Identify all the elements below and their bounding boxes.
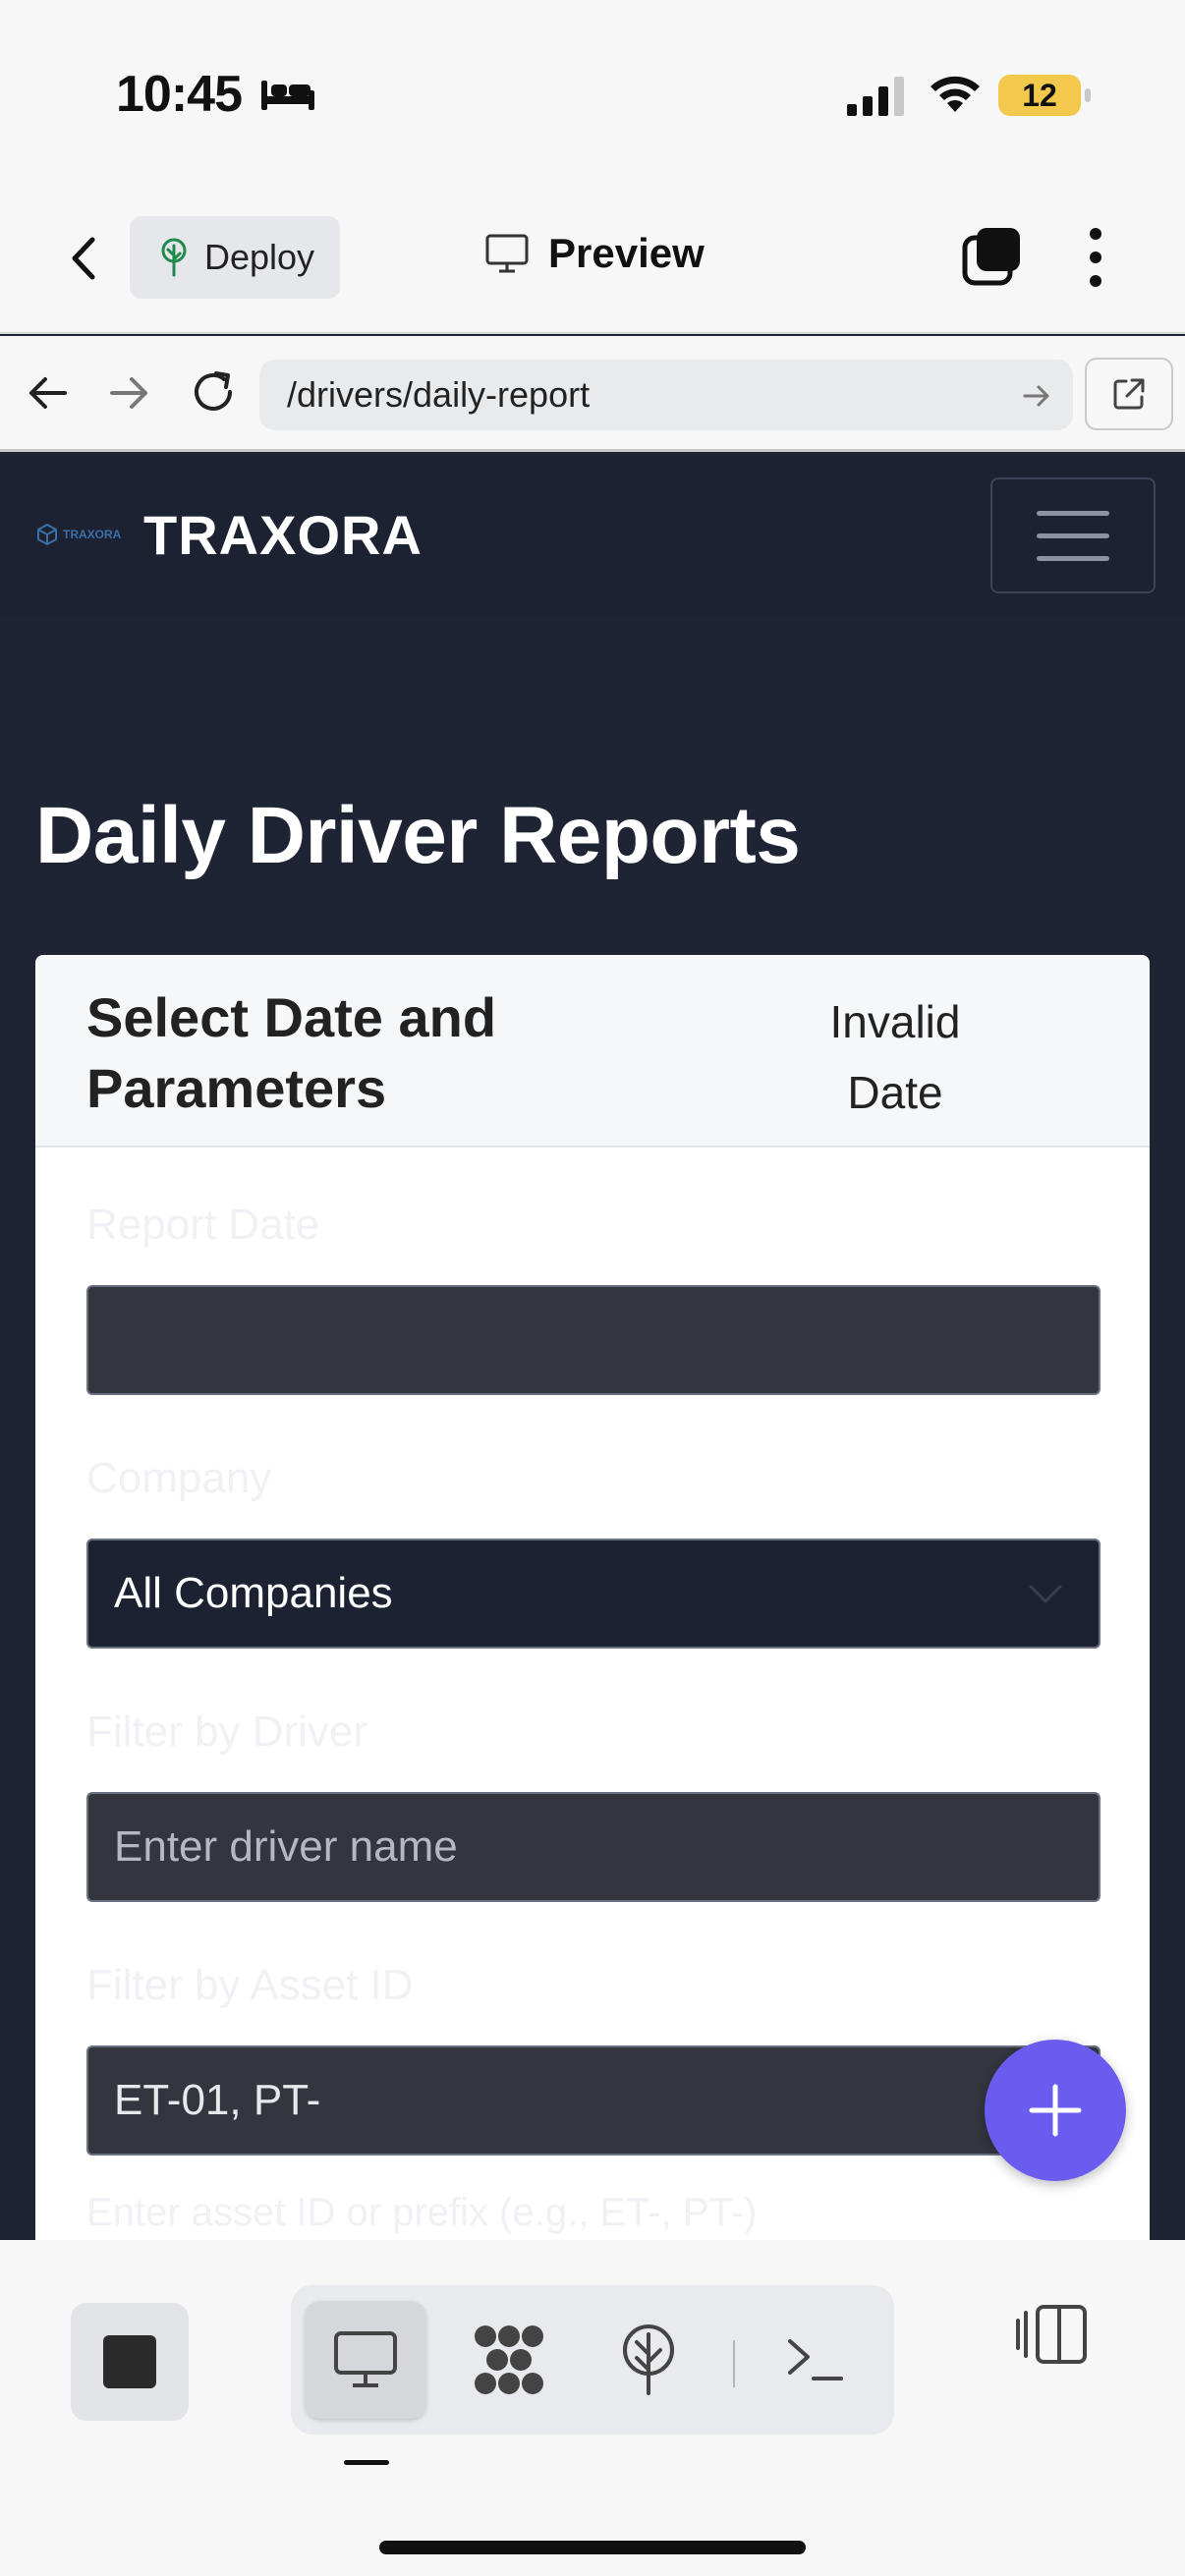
side-panel-icon[interactable] — [1016, 2303, 1091, 2366]
company-select[interactable]: All Companies — [86, 1539, 1100, 1649]
company-selected-value: All Companies — [114, 1569, 393, 1617]
status-bar: 10:45 12 — [0, 0, 1185, 187]
page-title: Daily Driver Reports — [35, 791, 801, 880]
open-external-icon — [1113, 378, 1145, 410]
stop-icon — [103, 2335, 156, 2388]
browser-bar: /drivers/daily-report — [0, 336, 1185, 452]
tool-group — [291, 2285, 894, 2435]
chevron-down-icon — [1029, 1585, 1062, 1603]
date-status: Invalid Date — [829, 996, 961, 1118]
bottom-dock — [0, 2240, 1185, 2576]
terminal-icon — [788, 2339, 843, 2380]
asset-filter-help: Enter asset ID or prefix (e.g., ET-, PT-… — [86, 2191, 758, 2234]
active-tab-indicator — [344, 2460, 389, 2465]
more-options-icon[interactable] — [1081, 226, 1110, 289]
asset-filter-input[interactable]: ET-01, PT- — [86, 2045, 1100, 2156]
add-fab-button[interactable] — [985, 2040, 1126, 2181]
preview-tab[interactable]: Preview — [485, 230, 705, 277]
app-toolbar: Deploy Preview — [0, 187, 1185, 334]
url-text: /drivers/daily-report — [287, 374, 591, 415]
plus-icon — [1029, 2084, 1082, 2137]
driver-filter-label: Filter by Driver — [86, 1708, 368, 1756]
hamburger-line — [1037, 510, 1109, 516]
reload-icon[interactable] — [189, 367, 238, 417]
company-label: Company — [86, 1454, 272, 1502]
shell-tool-button[interactable] — [755, 2301, 876, 2419]
workflows-tool-button[interactable] — [448, 2301, 570, 2419]
hamburger-line — [1037, 555, 1109, 561]
cellular-signal-icon — [847, 77, 904, 116]
menu-toggle-button[interactable] — [990, 477, 1156, 593]
nav-back-icon[interactable] — [26, 371, 69, 415]
site-logo[interactable]: TRAXORA — [35, 523, 121, 546]
deploy-label: Deploy — [204, 237, 315, 277]
asset-filter-value: ET-01, PT- — [114, 2076, 321, 2124]
report-date-input[interactable] — [86, 1285, 1100, 1395]
sleep-mode-icon — [261, 81, 314, 110]
wifi-icon — [931, 76, 980, 112]
tabs-icon[interactable] — [961, 226, 1022, 287]
card-header: Select Date and Parameters Invalid Date — [35, 955, 1150, 1148]
back-chevron-icon[interactable] — [61, 234, 110, 283]
brand-name[interactable]: TRAXORA — [143, 503, 423, 567]
monitor-icon — [485, 234, 529, 273]
parameters-card: Select Date and Parameters Invalid Date … — [35, 955, 1150, 2240]
nav-forward-icon[interactable] — [108, 371, 151, 415]
deploy-button[interactable]: Deploy — [130, 216, 340, 299]
card-title: Select Date and Parameters — [86, 986, 497, 1119]
hamburger-line — [1037, 532, 1109, 538]
driver-filter-placeholder: Enter driver name — [114, 1822, 458, 1871]
logo-icon — [37, 523, 57, 546]
monitor-icon — [334, 2331, 397, 2387]
web-page: TRAXORA TRAXORA Daily Driver Reports Sel… — [0, 454, 1185, 2240]
report-date-label: Report Date — [86, 1201, 320, 1249]
preview-label: Preview — [548, 230, 705, 276]
preview-tool-button[interactable] — [305, 2301, 426, 2419]
deploy-tree-icon — [623, 2324, 674, 2395]
home-indicator — [379, 2541, 806, 2554]
open-external-button[interactable] — [1085, 358, 1173, 430]
tool-divider — [733, 2340, 735, 2387]
status-time: 10:45 — [116, 66, 243, 123]
go-arrow-icon[interactable] — [1022, 381, 1051, 411]
battery-indicator: 12 — [998, 75, 1091, 116]
url-field[interactable]: /drivers/daily-report — [259, 360, 1073, 430]
workflows-icon — [475, 2325, 543, 2394]
asset-filter-label: Filter by Asset ID — [86, 1961, 414, 2009]
driver-filter-input[interactable]: Enter driver name — [86, 1792, 1100, 1902]
stop-button[interactable] — [71, 2303, 189, 2421]
deploy-tree-icon — [161, 238, 187, 277]
logo-text: TRAXORA — [63, 528, 122, 541]
site-navbar: TRAXORA TRAXORA — [0, 454, 1185, 617]
deploy-tool-button[interactable] — [588, 2301, 709, 2419]
